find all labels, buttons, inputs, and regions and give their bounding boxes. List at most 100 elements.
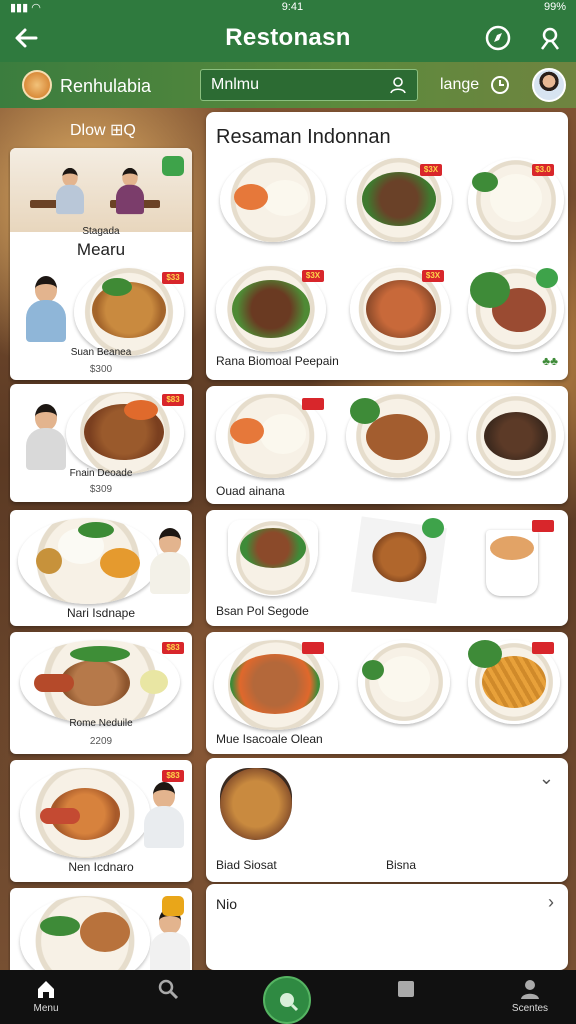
- price-badge: $3X: [302, 270, 324, 282]
- dish-plate: [18, 518, 158, 604]
- menu-header-card[interactable]: Stagada Mearu $33 Suan Beanea $300: [10, 148, 192, 380]
- dish-price: 2209: [89, 736, 113, 747]
- restaurant-logo: [22, 70, 52, 100]
- menu-card[interactable]: $83 Rome Neduile 2209: [10, 632, 192, 754]
- chevron-right-icon[interactable]: ›: [548, 892, 554, 913]
- status-time: 9:41: [281, 1, 304, 13]
- status-bar: ▮▮▮ ◠ 9:41 99%: [0, 0, 576, 14]
- dish-group-label: Mue Isacoale Olean: [216, 732, 323, 746]
- dish-item[interactable]: [220, 768, 292, 840]
- restaurant-bar: Renhulabia Mnlmu lange: [0, 62, 576, 108]
- dish-group-label: Bsan Pol Segode: [216, 604, 309, 618]
- menu-card[interactable]: $83 Nen Icdnaro: [10, 760, 192, 882]
- location-pin-icon[interactable]: [536, 24, 564, 52]
- price-badge: $83: [162, 642, 184, 654]
- chef-figure: [148, 528, 192, 594]
- chevron-down-icon[interactable]: ⌄: [539, 768, 554, 789]
- nav-profile[interactable]: Scentes: [490, 978, 570, 1014]
- tag-badge: [162, 896, 184, 916]
- diner-figure: [115, 167, 146, 215]
- dish-item[interactable]: [220, 158, 326, 242]
- dish-group-label: Biad Siosat: [216, 858, 277, 872]
- chef-figure: [142, 782, 186, 848]
- price-badge: $3.0: [532, 164, 554, 176]
- menu-card[interactable]: Nari Isdnape: [10, 510, 192, 626]
- price-badge: $83: [162, 770, 184, 782]
- right-menu-panel: Resaman Indonnan $3X $3.0 $3X $3X Rana B…: [206, 112, 568, 970]
- back-arrow-icon[interactable]: [12, 24, 40, 52]
- nav-menu-label: Menu: [33, 1003, 59, 1014]
- dish-item[interactable]: [468, 394, 564, 478]
- price-badge: $3X: [422, 270, 444, 282]
- bottom-navigation: Menu Scentes: [0, 970, 576, 1024]
- chef-figure: [24, 276, 68, 342]
- drink-item[interactable]: [486, 530, 538, 596]
- leaf-badge-icon: [162, 156, 184, 176]
- price-badge: [532, 642, 554, 654]
- dish-price: $309: [89, 484, 113, 495]
- user-avatar[interactable]: [532, 68, 566, 102]
- dish-item[interactable]: [358, 640, 450, 724]
- dish-item[interactable]: [346, 394, 450, 478]
- chef-figure: [24, 404, 68, 470]
- menu-section-card: Ouad ainana: [206, 386, 568, 504]
- nav-menu[interactable]: Menu: [6, 978, 86, 1014]
- clock-icon[interactable]: [490, 75, 510, 100]
- menu-section-card: Bsan Pol Segode: [206, 510, 568, 626]
- dish-group-label: Ouad ainana: [216, 484, 285, 498]
- menu-section-card: ⌄ Biad Siosat Bisna: [206, 758, 568, 882]
- price-badge: $3X: [420, 164, 442, 176]
- dish-group-label: Bisna: [386, 858, 417, 872]
- signal-icon: ▮▮▮ ◠: [10, 1, 41, 14]
- nav-scan[interactable]: [263, 976, 311, 1024]
- language-selector[interactable]: lange: [440, 76, 479, 94]
- left-menu-panel: Dlow ⊞Q Stagada Mearu $33 Suan Beanea $3…: [8, 112, 194, 970]
- dish-label: Rome Neduile: [69, 718, 133, 729]
- leaf-icon: ♣♣: [542, 354, 558, 368]
- menu-search-field[interactable]: Mnlmu: [200, 69, 418, 101]
- compass-icon[interactable]: [484, 24, 512, 52]
- menu-section-card[interactable]: Nio ›: [206, 884, 568, 970]
- nav-search[interactable]: [128, 978, 208, 1003]
- dish-plate: [20, 640, 180, 724]
- dish-plate: [20, 896, 150, 970]
- menu-section-card: Resaman Indonnan $3X $3.0 $3X $3X Rana B…: [206, 112, 568, 380]
- filter-label[interactable]: Dlow ⊞Q: [70, 120, 136, 140]
- dish-label: Nari Isdnape: [66, 606, 136, 620]
- nav-orders[interactable]: [366, 978, 446, 1003]
- leaf-badge-icon: [422, 518, 444, 538]
- menu-header-title: Mearu: [76, 240, 126, 259]
- dish-label: Fnain Deoade: [69, 468, 133, 479]
- user-icon[interactable]: [389, 76, 407, 99]
- leaf-badge-icon: [536, 268, 558, 288]
- section-title: Resaman Indonnan: [216, 126, 391, 148]
- battery-status: 99%: [543, 1, 566, 13]
- search-icon: [158, 979, 179, 1000]
- nav-profile-label: Scentes: [511, 1003, 549, 1014]
- price-badge: [302, 642, 324, 654]
- menu-card[interactable]: $83 Fnain Deoade $309: [10, 384, 192, 502]
- price-badge: $33: [162, 272, 184, 284]
- dish-label: Nen Icdnaro: [68, 860, 134, 874]
- diner-figure: [55, 167, 86, 215]
- page-title: Restonasn: [225, 24, 351, 51]
- price-badge: [532, 520, 554, 532]
- app-bar: Restonasn: [0, 14, 576, 62]
- price-badge: [302, 398, 324, 410]
- dish-plate: [20, 768, 150, 858]
- dish-item[interactable]: [228, 520, 318, 596]
- menu-section-card: Mue Isacoale Olean: [206, 632, 568, 754]
- scan-icon: [280, 993, 299, 1012]
- dish-group-label: Rana Biomoal Peepain: [216, 354, 339, 368]
- restaurant-name: Renhulabia: [60, 76, 152, 96]
- header-small-label: Stagada: [82, 226, 120, 237]
- square-icon: [398, 981, 414, 997]
- section-link-label: Nio: [216, 896, 238, 912]
- dish-label: Suan Beanea: [70, 347, 132, 358]
- home-icon: [38, 981, 54, 998]
- menu-card[interactable]: [10, 888, 192, 970]
- price-badge: $83: [162, 394, 184, 406]
- person-icon: [521, 980, 539, 999]
- dish-price: $300: [89, 364, 113, 375]
- chef-figure: [148, 908, 192, 970]
